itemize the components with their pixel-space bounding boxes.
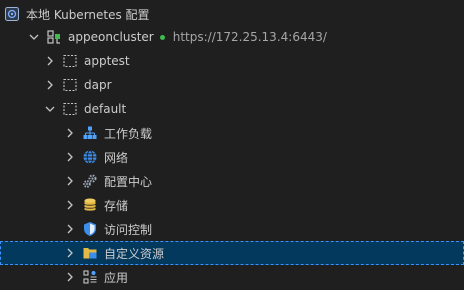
tree-item-label: apptest — [84, 54, 130, 68]
tree-item-label: 网络 — [104, 150, 129, 165]
tree-item-label: 配置中心 — [104, 174, 153, 189]
workloads-icon — [82, 125, 98, 141]
tree-item-label: default — [84, 102, 127, 116]
chevron-right-icon[interactable] — [62, 197, 78, 213]
tree-item-apps[interactable]: 应用 — [0, 265, 464, 289]
tree-item-label: 应用 — [104, 270, 129, 285]
namespace-icon — [62, 77, 78, 93]
tree-item-kubernetes-root[interactable]: 本地 Kubernetes 配置 — [0, 2, 464, 26]
cluster-url: https://172.25.13.4:6443/ — [172, 30, 327, 44]
chevron-right-icon[interactable] — [62, 149, 78, 165]
chevron-right-icon[interactable] — [62, 245, 78, 261]
apps-icon — [82, 269, 98, 285]
tree-item-label: 访问控制 — [104, 222, 153, 237]
tree-item-label: 本地 Kubernetes 配置 — [26, 7, 150, 22]
tree-item-cluster[interactable]: appeoncluster https://172.25.13.4:6443/ — [0, 25, 464, 49]
tree-item-storage[interactable]: 存储 — [0, 193, 464, 217]
tree-item-config-center[interactable]: 配置中心 — [0, 169, 464, 193]
globe-icon — [82, 149, 98, 165]
chevron-right-icon[interactable] — [42, 53, 58, 69]
tree-item-label: 存储 — [104, 198, 129, 213]
chevron-down-icon[interactable] — [26, 29, 42, 45]
kubernetes-tree-view: 本地 Kubernetes 配置 appeoncluster https://1… — [0, 0, 464, 290]
chevron-right-icon[interactable] — [62, 125, 78, 141]
cluster-name: appeoncluster — [68, 30, 154, 44]
chevron-right-icon[interactable] — [62, 221, 78, 237]
cluster-icon — [46, 29, 62, 45]
tree-item-network[interactable]: 网络 — [0, 145, 464, 169]
chevron-right-icon[interactable] — [42, 77, 58, 93]
tree-item-label: dapr — [84, 78, 112, 92]
tree-item-label: 工作负载 — [104, 126, 153, 141]
chevron-right-icon[interactable] — [62, 173, 78, 189]
kubernetes-icon — [4, 6, 20, 22]
namespace-icon — [62, 101, 78, 117]
database-icon — [82, 197, 98, 213]
folder-icon — [82, 245, 98, 261]
tree-item-namespace-dapr[interactable]: dapr — [0, 73, 464, 97]
chevron-right-icon[interactable] — [62, 269, 78, 285]
tree-item-namespace-apptest[interactable]: apptest — [0, 49, 464, 73]
namespace-icon — [62, 53, 78, 69]
tree-item-label: 自定义资源 — [104, 246, 165, 261]
shield-icon — [82, 221, 98, 237]
tree-item-access-control[interactable]: 访问控制 — [0, 217, 464, 241]
tree-item-custom-resources[interactable]: 自定义资源 — [0, 241, 464, 265]
tree-item-namespace-default[interactable]: default — [0, 97, 464, 121]
chevron-down-icon[interactable] — [42, 101, 58, 117]
tree-item-workloads[interactable]: 工作负载 — [0, 121, 464, 145]
gears-icon — [82, 173, 98, 189]
status-dot-icon — [159, 34, 165, 40]
